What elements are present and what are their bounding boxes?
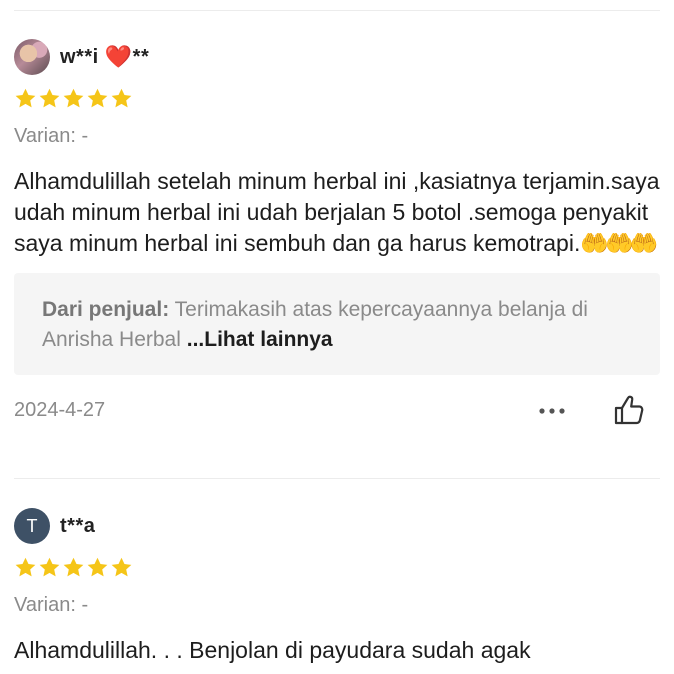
star-icon	[110, 87, 133, 111]
reviewer-name: t**a	[60, 514, 96, 537]
avatar[interactable]: T	[14, 508, 50, 544]
star-icon	[110, 556, 133, 580]
review-card: w**i ❤️** Varian: - Alhamdulillah setela…	[14, 39, 660, 433]
star-icon	[86, 556, 109, 580]
reviewer-name-suffix: **	[132, 46, 150, 68]
star-icon	[86, 87, 109, 111]
star-rating	[14, 87, 660, 111]
reviewer-row: T t**a	[14, 508, 660, 544]
variant-label: Varian: -	[14, 125, 89, 147]
review-text: Alhamdulillah setelah minum herbal ini ,…	[14, 166, 660, 259]
seller-reply[interactable]: Dari penjual: Terimakasih atas kepercaya…	[14, 273, 660, 375]
review-text-content: Alhamdulillah setelah minum herbal ini ,…	[14, 168, 660, 256]
review-date: 2024-4-27	[14, 399, 106, 421]
star-icon	[14, 87, 37, 111]
avatar[interactable]	[14, 39, 50, 75]
star-icon	[62, 87, 85, 111]
variant-label: Varian: -	[14, 594, 89, 616]
star-rating	[14, 556, 660, 580]
star-icon	[62, 556, 85, 580]
reviewer-name-text: w**i	[60, 46, 99, 68]
star-icon	[38, 556, 61, 580]
review-footer: 2024-4-27	[14, 393, 660, 433]
reviewer-name: w**i ❤️**	[60, 44, 149, 70]
review-text: Alhamdulillah. . . Benjolan di payudara …	[14, 637, 531, 663]
review-card: T t**a Varian: - Alhamdulillah. . . Benj…	[14, 508, 660, 666]
star-icon	[14, 556, 37, 580]
star-icon	[38, 87, 61, 111]
reviewer-row: w**i ❤️**	[14, 39, 660, 75]
review-divider	[14, 478, 660, 479]
more-dots-icon[interactable]	[536, 399, 568, 423]
top-divider	[14, 10, 660, 11]
heart-icon: ❤️	[104, 44, 133, 69]
praying-hands-emoji: 🤲🤲🤲	[580, 230, 658, 256]
thumbs-up-icon[interactable]	[612, 393, 646, 427]
see-more-link[interactable]: ...Lihat lainnya	[187, 328, 333, 351]
seller-reply-label: Dari penjual:	[42, 298, 170, 321]
